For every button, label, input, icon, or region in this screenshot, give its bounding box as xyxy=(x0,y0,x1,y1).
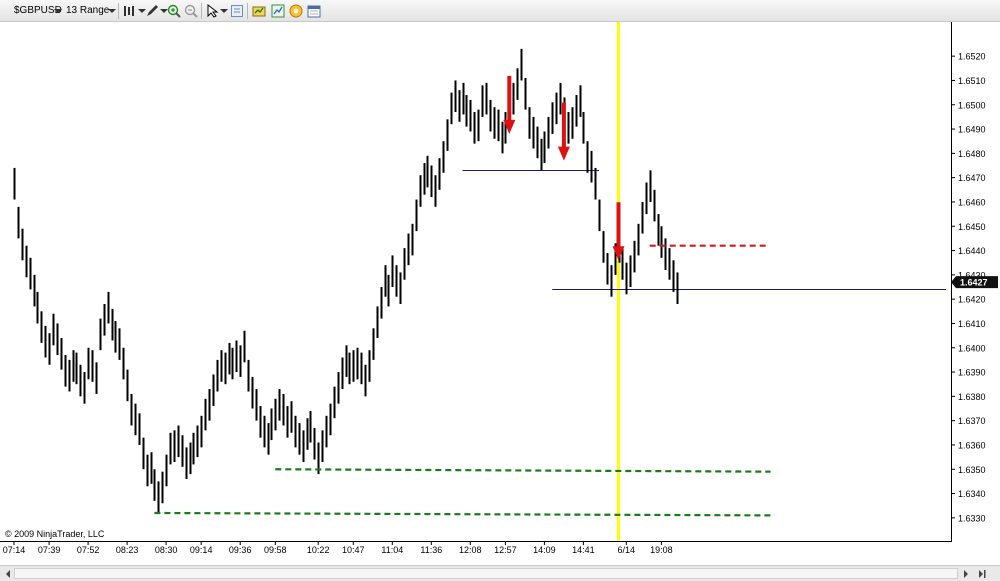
y-tick-label: 1.6460 xyxy=(958,197,986,207)
y-tick-label: 1.6350 xyxy=(958,465,986,475)
y-tick-label: 1.6440 xyxy=(958,246,986,256)
y-tick-label: 1.6450 xyxy=(958,222,986,232)
toolbar-separator xyxy=(118,3,119,19)
y-tick-label: 1.6380 xyxy=(958,392,986,402)
y-tick-label: 1.6340 xyxy=(958,489,986,499)
x-tick-label: 08:30 xyxy=(155,545,178,555)
y-tick-label: 1.6330 xyxy=(958,513,986,523)
scroll-end-icon[interactable] xyxy=(976,568,988,579)
x-tick-label: 07:14 xyxy=(3,545,26,555)
price-chart[interactable]: 1.6520 1.6510 1.6500 1.6490 1.6480 1.6470 1.64… xyxy=(0,22,1000,567)
scroll-left-icon[interactable] xyxy=(2,568,14,579)
y-tick-label: 1.6420 xyxy=(958,295,986,305)
x-tick-label: 09:58 xyxy=(264,545,287,555)
x-tick-label: 12:57 xyxy=(494,545,517,555)
y-tick-label: 1.6370 xyxy=(958,416,986,426)
copyright-label: © 2009 NinjaTrader, LLC xyxy=(5,529,105,539)
zoom-in-icon[interactable] xyxy=(166,3,182,19)
y-tick-label: 1.6400 xyxy=(958,343,986,353)
x-tick-label: 14:41 xyxy=(572,545,595,555)
x-tick-label: 19:08 xyxy=(650,545,673,555)
y-tick-label: 1.6410 xyxy=(958,319,986,329)
x-tick-label: 11:04 xyxy=(381,545,403,555)
x-tick-label: 10:47 xyxy=(342,545,365,555)
x-tick-label: 07:39 xyxy=(38,545,61,555)
x-tick-label: 07:52 xyxy=(77,545,100,555)
x-tick-label: 08:23 xyxy=(116,545,139,555)
chart-panel[interactable]: 1.6520 1.6510 1.6500 1.6490 1.6480 1.6470 1.64… xyxy=(0,22,1000,567)
x-tick-label: 6/14 xyxy=(618,545,636,555)
x-tick-label: 12:08 xyxy=(459,545,482,555)
calendar-icon[interactable] xyxy=(306,3,322,19)
zoom-out-icon[interactable] xyxy=(183,3,199,19)
y-tick-label: 1.6500 xyxy=(958,100,986,110)
strategy-icon[interactable] xyxy=(288,3,304,19)
arrow-shaft xyxy=(507,75,512,122)
x-tick-label: 09:36 xyxy=(229,545,252,555)
x-tick-label: 11:36 xyxy=(420,545,442,555)
horizontal-scrollbar[interactable] xyxy=(0,565,1000,581)
bar-type-selector[interactable]: 13 Range xyxy=(66,3,109,19)
arrow-shaft xyxy=(561,102,566,149)
scroll-track[interactable] xyxy=(14,568,958,579)
dropdown-arrow-icon[interactable] xyxy=(50,3,66,19)
data-box-icon[interactable] xyxy=(251,3,267,19)
y-tick-label: 1.6360 xyxy=(958,440,986,450)
y-tick-label: 1.6510 xyxy=(958,76,986,86)
x-tick-label: 09:14 xyxy=(190,545,213,555)
toolbar-separator xyxy=(201,3,202,19)
y-tick-label: 1.6490 xyxy=(958,125,986,135)
arrow-shaft xyxy=(616,202,621,249)
y-tick-label: 1.6470 xyxy=(958,173,986,183)
y-tick-label: 1.6390 xyxy=(958,368,986,378)
scroll-right-icon[interactable] xyxy=(960,568,972,579)
y-tick-label: 1.6520 xyxy=(958,52,986,62)
properties-icon[interactable] xyxy=(229,3,245,19)
chart-toolbar: $GBPUSD 13 Range xyxy=(0,0,1000,22)
x-tick-label: 10:22 xyxy=(307,545,330,555)
chart-trader-icon[interactable] xyxy=(270,3,286,19)
toolbar-separator xyxy=(247,3,248,19)
x-tick-label: 14:09 xyxy=(533,545,556,555)
y-tick-label: 1.6480 xyxy=(958,149,986,159)
last-price-label: 1.6427 xyxy=(960,278,988,288)
